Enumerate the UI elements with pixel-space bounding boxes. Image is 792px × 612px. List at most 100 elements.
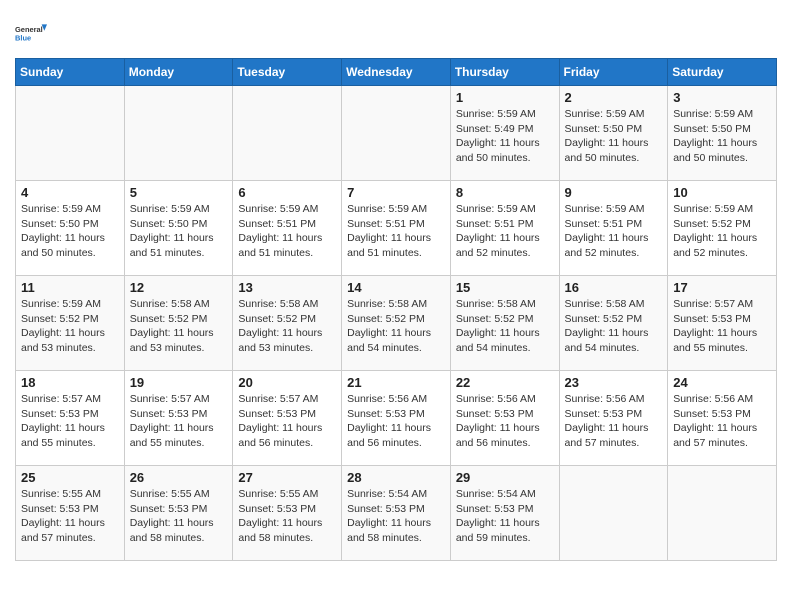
calendar-week-row: 25 Sunrise: 5:55 AMSunset: 5:53 PMDayligh… bbox=[16, 466, 777, 561]
calendar-cell bbox=[342, 86, 451, 181]
weekday-header-sunday: Sunday bbox=[16, 59, 125, 86]
calendar-cell: 12Sunrise: 5:58 AMSunset: 5:52 PMDayligh… bbox=[124, 276, 233, 371]
day-info: Sunrise: 5:59 AMSunset: 5:51 PMDaylight:… bbox=[347, 202, 445, 261]
calendar-cell: 13 Sunrise: 5:58 AMSunset: 5:52 PMDayligh… bbox=[233, 276, 342, 371]
weekday-header-friday: Friday bbox=[559, 59, 668, 86]
calendar-cell: 15 Sunrise: 5:58 AMSunset: 5:52 PMDayligh… bbox=[450, 276, 559, 371]
calendar-cell: 7 Sunrise: 5:59 AMSunset: 5:51 PMDaylight… bbox=[342, 181, 451, 276]
calendar-cell: 16 Sunrise: 5:58 AMSunset: 5:52 PMDayligh… bbox=[559, 276, 668, 371]
day-number: 17 bbox=[673, 280, 771, 295]
day-number: 4 bbox=[21, 185, 119, 200]
calendar-cell: 19Sunrise: 5:57 AMSunset: 5:53 PMDayligh… bbox=[124, 371, 233, 466]
calendar-cell: 3 Sunrise: 5:59 AMSunset: 5:50 PMDaylight… bbox=[668, 86, 777, 181]
day-info: Sunrise: 5:59 AMSunset: 5:50 PMDaylight:… bbox=[21, 202, 119, 261]
day-info: Sunrise: 5:59 AMSunset: 5:51 PMDaylight:… bbox=[565, 202, 663, 261]
calendar-cell: 17Sunrise: 5:57 AMSunset: 5:53 PMDayligh… bbox=[668, 276, 777, 371]
day-info: Sunrise: 5:59 AMSunset: 5:51 PMDaylight:… bbox=[456, 202, 554, 261]
day-info: Sunrise: 5:58 AMSunset: 5:52 PMDaylight:… bbox=[347, 297, 445, 356]
day-info: Sunrise: 5:59 AMSunset: 5:52 PMDaylight:… bbox=[21, 297, 119, 356]
day-info: Sunrise: 5:59 AMSunset: 5:50 PMDaylight:… bbox=[130, 202, 228, 261]
day-info: Sunrise: 5:55 AMSunset: 5:53 PMDaylight:… bbox=[238, 487, 336, 546]
day-number: 10 bbox=[673, 185, 771, 200]
svg-text:Blue: Blue bbox=[15, 33, 31, 42]
page-header: General Blue bbox=[15, 10, 777, 50]
day-info: Sunrise: 5:59 AMSunset: 5:50 PMDaylight:… bbox=[565, 107, 663, 166]
day-number: 27 bbox=[238, 470, 336, 485]
day-info: Sunrise: 5:56 AMSunset: 5:53 PMDaylight:… bbox=[565, 392, 663, 451]
calendar-cell bbox=[559, 466, 668, 561]
day-number: 5 bbox=[130, 185, 228, 200]
day-number: 22 bbox=[456, 375, 554, 390]
weekday-header-monday: Monday bbox=[124, 59, 233, 86]
day-number: 9 bbox=[565, 185, 663, 200]
weekday-header-wednesday: Wednesday bbox=[342, 59, 451, 86]
day-info: Sunrise: 5:57 AMSunset: 5:53 PMDaylight:… bbox=[21, 392, 119, 451]
calendar-cell bbox=[124, 86, 233, 181]
day-number: 12 bbox=[130, 280, 228, 295]
calendar-cell: 23Sunrise: 5:56 AMSunset: 5:53 PMDayligh… bbox=[559, 371, 668, 466]
day-number: 18 bbox=[21, 375, 119, 390]
calendar-cell: 5 Sunrise: 5:59 AMSunset: 5:50 PMDaylight… bbox=[124, 181, 233, 276]
day-number: 26 bbox=[130, 470, 228, 485]
day-info: Sunrise: 5:59 AMSunset: 5:52 PMDaylight:… bbox=[673, 202, 771, 261]
calendar-cell: 28 Sunrise: 5:54 AMSunset: 5:53 PMDayligh… bbox=[342, 466, 451, 561]
day-number: 14 bbox=[347, 280, 445, 295]
calendar-cell: 14 Sunrise: 5:58 AMSunset: 5:52 PMDayligh… bbox=[342, 276, 451, 371]
calendar-cell bbox=[668, 466, 777, 561]
calendar-cell: 26 Sunrise: 5:55 AMSunset: 5:53 PMDayligh… bbox=[124, 466, 233, 561]
weekday-header-tuesday: Tuesday bbox=[233, 59, 342, 86]
day-number: 21 bbox=[347, 375, 445, 390]
day-number: 2 bbox=[565, 90, 663, 105]
day-info: Sunrise: 5:54 AMSunset: 5:53 PMDaylight:… bbox=[456, 487, 554, 546]
day-info: Sunrise: 5:59 AMSunset: 5:51 PMDaylight:… bbox=[238, 202, 336, 261]
logo-svg: General Blue bbox=[15, 18, 47, 50]
calendar-week-row: 1 Sunrise: 5:59 AMSunset: 5:49 PMDaylight… bbox=[16, 86, 777, 181]
day-number: 1 bbox=[456, 90, 554, 105]
calendar-cell: 27 Sunrise: 5:55 AMSunset: 5:53 PMDayligh… bbox=[233, 466, 342, 561]
day-info: Sunrise: 5:55 AMSunset: 5:53 PMDaylight:… bbox=[130, 487, 228, 546]
day-number: 15 bbox=[456, 280, 554, 295]
day-number: 24 bbox=[673, 375, 771, 390]
day-info: Sunrise: 5:56 AMSunset: 5:53 PMDaylight:… bbox=[347, 392, 445, 451]
calendar-cell: 2 Sunrise: 5:59 AMSunset: 5:50 PMDaylight… bbox=[559, 86, 668, 181]
day-info: Sunrise: 5:58 AMSunset: 5:52 PMDaylight:… bbox=[238, 297, 336, 356]
weekday-header-saturday: Saturday bbox=[668, 59, 777, 86]
day-info: Sunrise: 5:57 AMSunset: 5:53 PMDaylight:… bbox=[238, 392, 336, 451]
day-info: Sunrise: 5:59 AMSunset: 5:50 PMDaylight:… bbox=[673, 107, 771, 166]
day-number: 28 bbox=[347, 470, 445, 485]
day-number: 19 bbox=[130, 375, 228, 390]
day-info: Sunrise: 5:58 AMSunset: 5:52 PMDaylight:… bbox=[565, 297, 663, 356]
day-number: 11 bbox=[21, 280, 119, 295]
calendar-cell: 4 Sunrise: 5:59 AMSunset: 5:50 PMDaylight… bbox=[16, 181, 125, 276]
day-number: 8 bbox=[456, 185, 554, 200]
day-number: 7 bbox=[347, 185, 445, 200]
day-info: Sunrise: 5:55 AMSunset: 5:53 PMDaylight:… bbox=[21, 487, 119, 546]
calendar-header-row: SundayMondayTuesdayWednesdayThursdayFrid… bbox=[16, 59, 777, 86]
logo: General Blue bbox=[15, 18, 47, 50]
day-number: 29 bbox=[456, 470, 554, 485]
calendar-cell: 22Sunrise: 5:56 AMSunset: 5:53 PMDayligh… bbox=[450, 371, 559, 466]
calendar-week-row: 18 Sunrise: 5:57 AMSunset: 5:53 PMDayligh… bbox=[16, 371, 777, 466]
calendar-week-row: 11 Sunrise: 5:59 AMSunset: 5:52 PMDayligh… bbox=[16, 276, 777, 371]
day-info: Sunrise: 5:59 AMSunset: 5:49 PMDaylight:… bbox=[456, 107, 554, 166]
calendar-cell: 25 Sunrise: 5:55 AMSunset: 5:53 PMDayligh… bbox=[16, 466, 125, 561]
day-number: 13 bbox=[238, 280, 336, 295]
calendar-cell: 9 Sunrise: 5:59 AMSunset: 5:51 PMDaylight… bbox=[559, 181, 668, 276]
day-number: 20 bbox=[238, 375, 336, 390]
day-info: Sunrise: 5:54 AMSunset: 5:53 PMDaylight:… bbox=[347, 487, 445, 546]
calendar-cell: 1 Sunrise: 5:59 AMSunset: 5:49 PMDaylight… bbox=[450, 86, 559, 181]
calendar-week-row: 4 Sunrise: 5:59 AMSunset: 5:50 PMDaylight… bbox=[16, 181, 777, 276]
calendar-cell bbox=[16, 86, 125, 181]
calendar-cell: 24 Sunrise: 5:56 AMSunset: 5:53 PMDayligh… bbox=[668, 371, 777, 466]
calendar-cell: 20 Sunrise: 5:57 AMSunset: 5:53 PMDayligh… bbox=[233, 371, 342, 466]
day-number: 3 bbox=[673, 90, 771, 105]
calendar-cell: 11 Sunrise: 5:59 AMSunset: 5:52 PMDayligh… bbox=[16, 276, 125, 371]
day-info: Sunrise: 5:56 AMSunset: 5:53 PMDaylight:… bbox=[673, 392, 771, 451]
day-number: 25 bbox=[21, 470, 119, 485]
calendar-cell: 18 Sunrise: 5:57 AMSunset: 5:53 PMDayligh… bbox=[16, 371, 125, 466]
day-number: 16 bbox=[565, 280, 663, 295]
calendar-cell: 6Sunrise: 5:59 AMSunset: 5:51 PMDaylight… bbox=[233, 181, 342, 276]
calendar-cell: 8 Sunrise: 5:59 AMSunset: 5:51 PMDaylight… bbox=[450, 181, 559, 276]
svg-text:General: General bbox=[15, 25, 43, 34]
day-info: Sunrise: 5:58 AMSunset: 5:52 PMDaylight:… bbox=[456, 297, 554, 356]
